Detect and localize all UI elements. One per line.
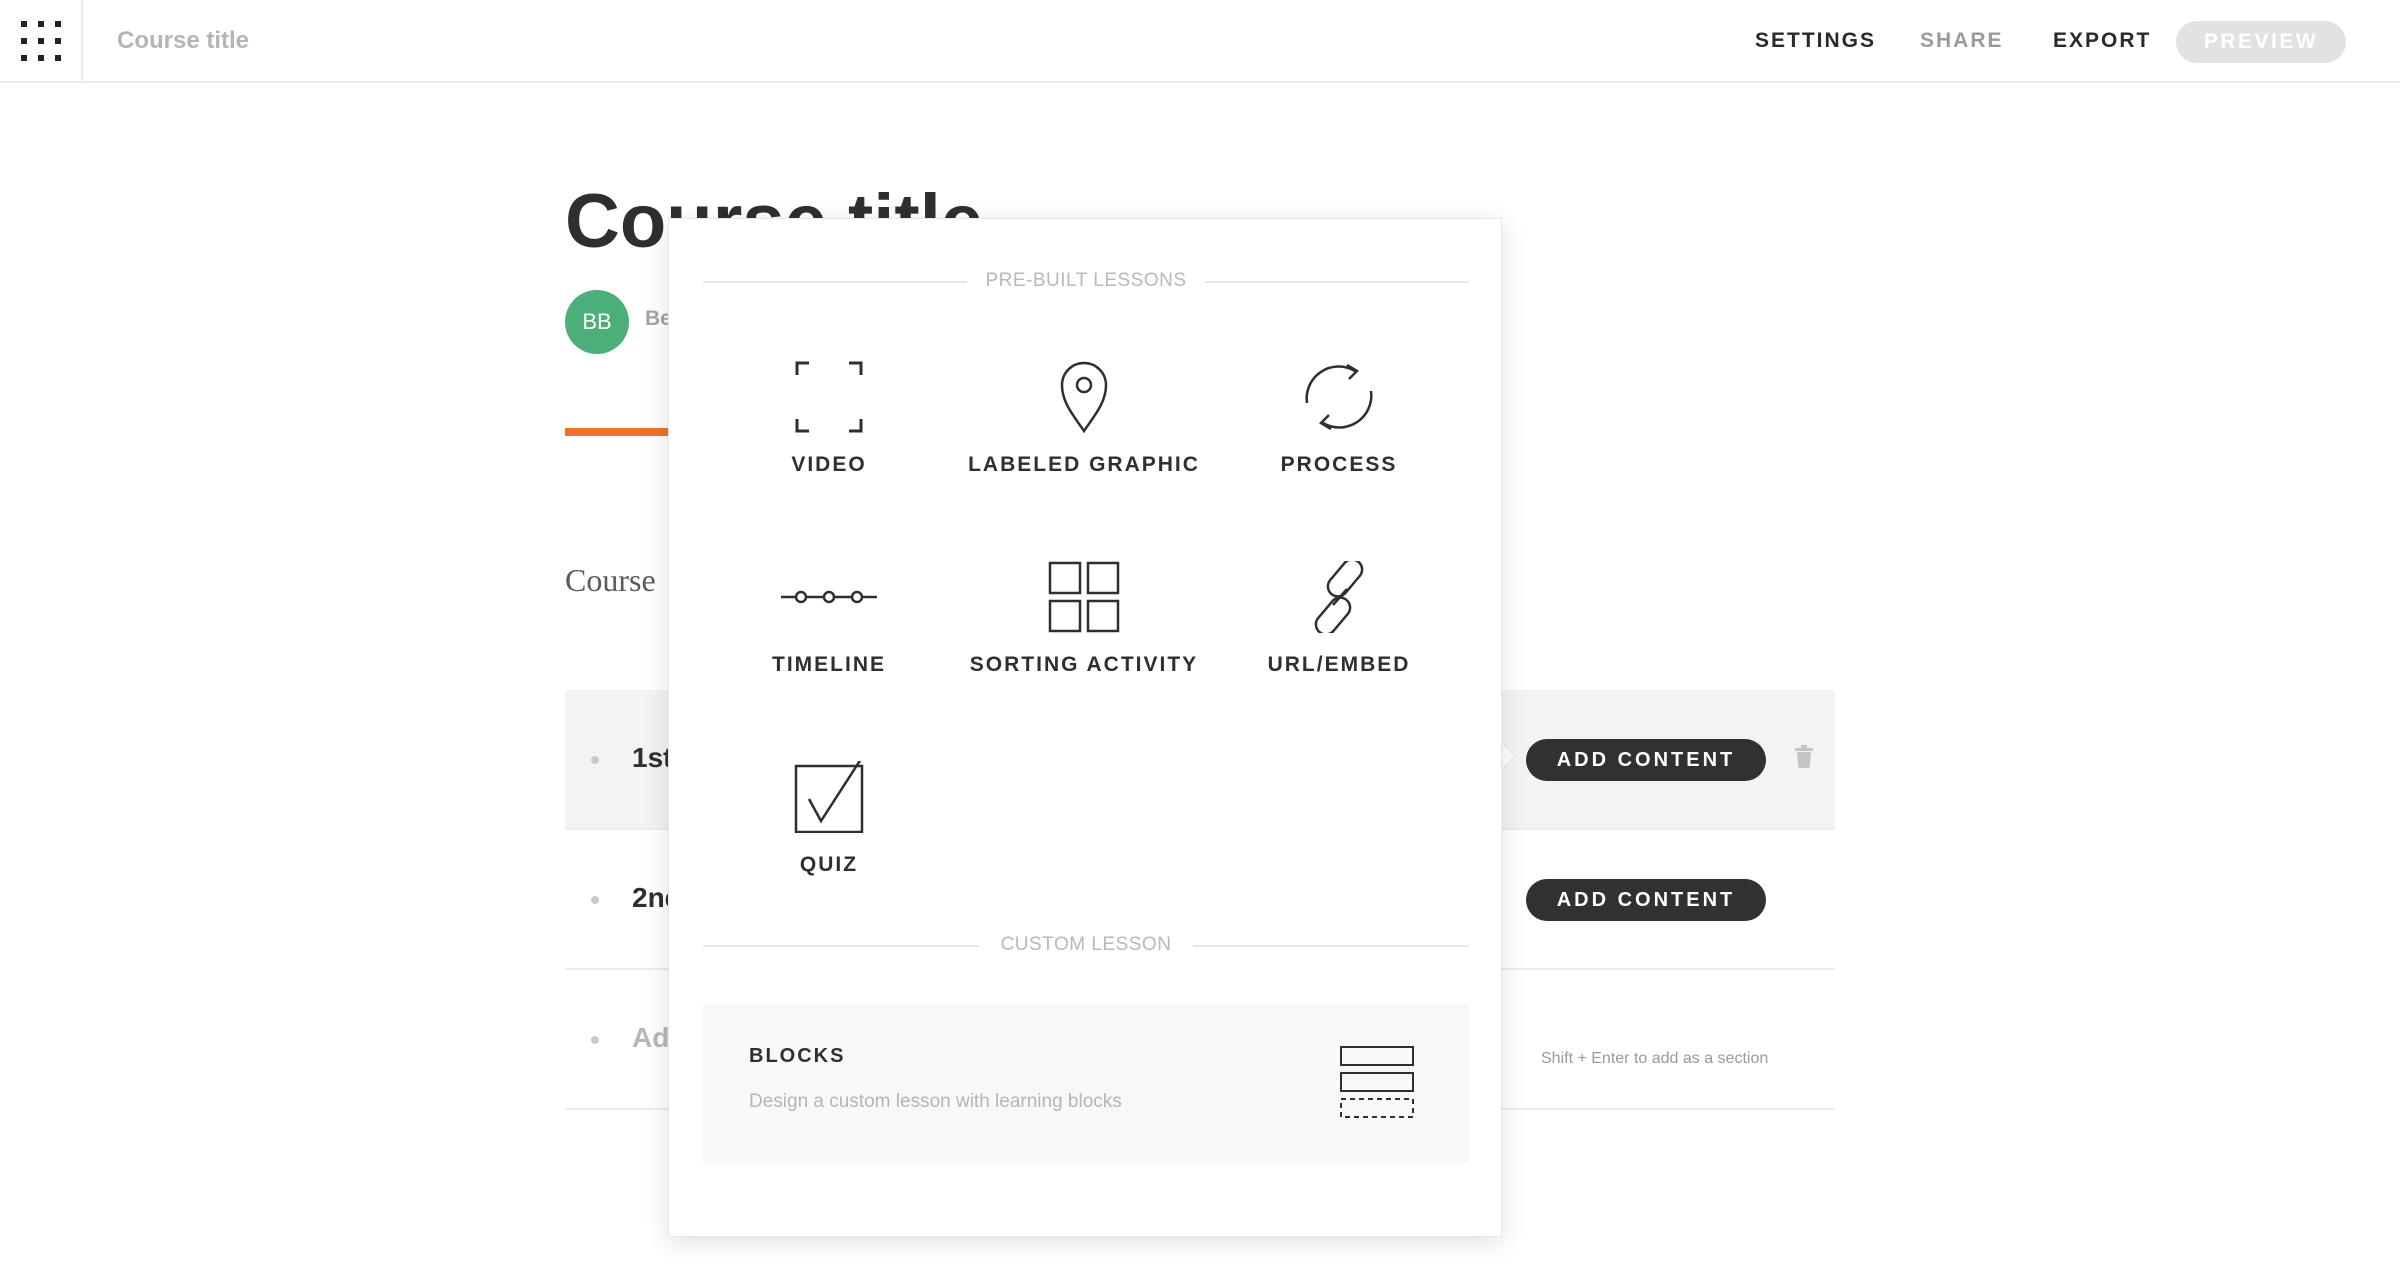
tile-process[interactable]: PROCESS <box>1214 361 1464 531</box>
top-bar: Course title SETTINGS SHARE EXPORT PREVI… <box>0 0 2400 83</box>
share-button[interactable]: SHARE <box>1920 29 2004 53</box>
shortcut-hint: Shift + Enter to add as a section <box>1541 1050 1769 1067</box>
tile-timeline[interactable]: TIMELINE <box>704 561 954 731</box>
tile-label: URL/EMBED <box>1267 653 1411 676</box>
course-title-label[interactable]: Course title <box>117 27 249 55</box>
bullet-icon <box>591 1036 599 1044</box>
grid-menu-icon[interactable] <box>0 0 83 83</box>
blocks-stack-icon <box>1340 1046 1414 1118</box>
link-icon <box>1314 561 1364 633</box>
tile-url-embed[interactable]: URL/EMBED <box>1214 561 1464 731</box>
drag-handle-icon[interactable] <box>591 896 599 904</box>
trash-icon[interactable] <box>1793 745 1815 769</box>
tile-video[interactable]: VIDEO <box>704 361 954 531</box>
custom-header-label: CUSTOM LESSON <box>1000 934 1172 955</box>
tile-sorting-activity[interactable]: SORTING ACTIVITY <box>959 561 1209 731</box>
timeline-icon <box>781 590 877 604</box>
grid-squares-icon <box>1048 561 1120 633</box>
prebuilt-header-label: PRE-BUILT LESSONS <box>985 270 1187 291</box>
custom-section-header: CUSTOM LESSON <box>703 931 1469 961</box>
blocks-description: Design a custom lesson with learning blo… <box>749 1091 1122 1112</box>
tile-label: QUIZ <box>799 853 859 876</box>
add-content-button[interactable]: ADD CONTENT <box>1526 739 1766 781</box>
avatar: BB <box>565 290 629 354</box>
refresh-cycle-icon <box>1305 363 1373 431</box>
blocks-title: BLOCKS <box>749 1045 846 1067</box>
tile-labeled-graphic[interactable]: LABELED GRAPHIC <box>959 361 1209 531</box>
map-pin-icon <box>1060 361 1108 433</box>
tile-quiz[interactable]: QUIZ <box>704 761 954 931</box>
export-button[interactable]: EXPORT <box>2053 29 2151 53</box>
lesson-title[interactable]: 1st <box>632 742 672 774</box>
progress-bar <box>565 428 685 436</box>
add-content-button[interactable]: ADD CONTENT <box>1526 879 1766 921</box>
checkbox-icon <box>794 761 864 833</box>
video-frame-icon <box>795 361 863 433</box>
settings-button[interactable]: SETTINGS <box>1755 29 1876 53</box>
drag-handle-icon[interactable] <box>591 756 599 764</box>
lesson-type-popup: PRE-BUILT LESSONS VIDEO LABELED GRAPHIC <box>668 218 1502 1237</box>
preview-button[interactable]: PREVIEW <box>2176 21 2346 63</box>
prebuilt-section-header: PRE-BUILT LESSONS <box>703 267 1469 297</box>
tile-label: PROCESS <box>1280 453 1398 476</box>
course-description[interactable]: Course <box>565 562 656 599</box>
blocks-card[interactable]: BLOCKS Design a custom lesson with learn… <box>703 1003 1469 1163</box>
